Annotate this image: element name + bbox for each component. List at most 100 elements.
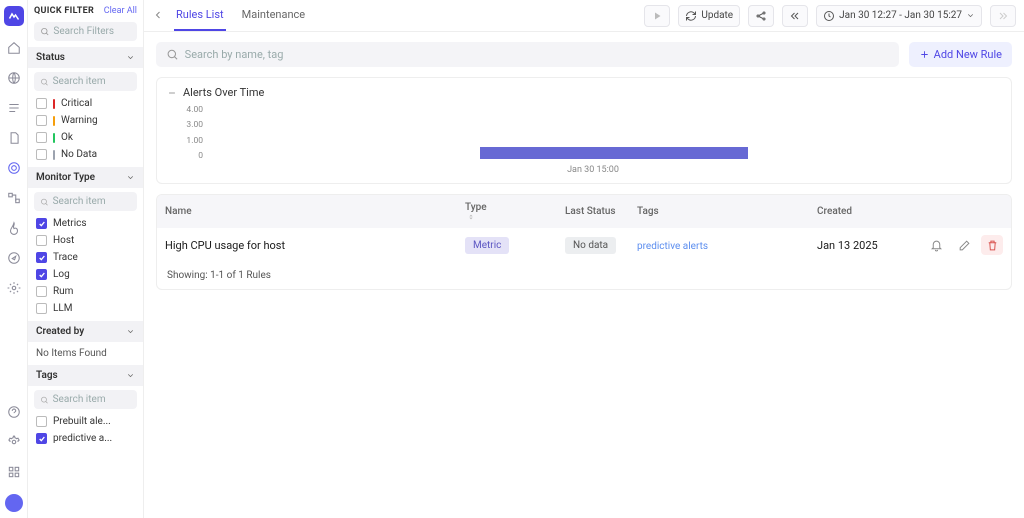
gear-icon[interactable]	[6, 280, 22, 296]
filter-item[interactable]: Trace	[34, 249, 137, 266]
checkbox[interactable]	[36, 149, 47, 160]
app-logo[interactable]	[4, 6, 24, 26]
filter-item[interactable]: Warning	[34, 112, 137, 129]
flame-icon[interactable]	[6, 220, 22, 236]
col-name[interactable]: Name	[157, 199, 457, 224]
cell-name: High CPU usage for host	[157, 232, 457, 259]
settings2-icon[interactable]	[6, 434, 22, 450]
globe-icon[interactable]	[6, 70, 22, 86]
monitor-search[interactable]	[34, 192, 137, 211]
checkbox[interactable]	[36, 252, 47, 263]
filter-item[interactable]: Rum	[34, 283, 137, 300]
checkbox[interactable]	[36, 269, 47, 280]
status-badge: No data	[565, 237, 616, 254]
filter-search-input[interactable]	[53, 26, 131, 37]
clock-icon	[823, 10, 835, 22]
nav-rail	[0, 0, 28, 518]
filter-item[interactable]: predictive a...	[34, 430, 137, 447]
quick-filter-panel: QUICK FILTER Clear All Status CriticalWa…	[28, 0, 144, 518]
col-last-status[interactable]: Last Status	[557, 199, 629, 224]
col-tags[interactable]: Tags	[629, 199, 809, 224]
list-icon[interactable]	[6, 100, 22, 116]
checkbox[interactable]	[36, 286, 47, 297]
clear-all-link[interactable]: Clear All	[104, 6, 137, 16]
col-created[interactable]: Created	[809, 199, 909, 224]
tags-search[interactable]	[34, 390, 137, 409]
table-row[interactable]: High CPU usage for host Metric No data p…	[157, 228, 1011, 262]
apps-icon[interactable]	[6, 464, 22, 480]
status-color-bar	[53, 99, 55, 109]
filter-item[interactable]: Prebuilt ale...	[34, 413, 137, 430]
created-by-empty: No Items Found	[28, 342, 143, 365]
checkbox[interactable]	[36, 218, 47, 229]
filter-item[interactable]: Critical	[34, 95, 137, 112]
chevron-down-icon	[126, 53, 135, 62]
checkbox[interactable]	[36, 132, 47, 143]
chevron-down-icon	[126, 371, 135, 380]
time-range-picker[interactable]: Jan 30 12:27 - Jan 30 15:27	[816, 5, 982, 27]
checkbox[interactable]	[36, 433, 47, 444]
avatar[interactable]	[5, 494, 23, 512]
checkbox[interactable]	[36, 115, 47, 126]
delete-icon[interactable]	[981, 235, 1003, 255]
checkbox[interactable]	[36, 98, 47, 109]
collapse-icon[interactable]	[167, 88, 177, 98]
share-button[interactable]	[748, 5, 774, 27]
status-color-bar	[53, 150, 55, 160]
alerts-chart: 4.003.001.000 Jan 30 15:00	[185, 105, 1001, 175]
chart-x-label: Jan 30 15:00	[185, 165, 1001, 175]
alerts-icon[interactable]	[6, 160, 22, 176]
main: Rules List Maintenance Update Jan 30 12:…	[144, 0, 1024, 518]
filter-item[interactable]: Log	[34, 266, 137, 283]
group-tags[interactable]: Tags	[28, 365, 143, 386]
edit-icon[interactable]	[953, 235, 975, 255]
filter-search[interactable]	[34, 22, 137, 41]
search-icon	[166, 48, 179, 61]
showing-count: Showing: 1-1 of 1 Rules	[157, 262, 1011, 289]
tab-rules-list[interactable]: Rules List	[174, 0, 226, 31]
add-new-rule-button[interactable]: Add New Rule	[909, 42, 1012, 67]
filter-item[interactable]: Ok	[34, 129, 137, 146]
update-button[interactable]: Update	[678, 5, 740, 27]
play-button[interactable]	[644, 5, 670, 27]
chevron-down-icon	[126, 327, 135, 336]
checkbox[interactable]	[36, 416, 47, 427]
time-next-button[interactable]	[990, 5, 1016, 27]
help-icon[interactable]	[6, 404, 22, 420]
status-search[interactable]	[34, 72, 137, 91]
tag-link[interactable]: predictive alerts	[637, 241, 708, 252]
filter-item[interactable]: LLM	[34, 300, 137, 317]
group-created-by[interactable]: Created by	[28, 321, 143, 342]
refresh-icon	[685, 10, 697, 22]
plus-icon	[919, 49, 930, 60]
time-prev-button[interactable]	[782, 5, 808, 27]
status-color-bar	[53, 116, 55, 126]
pipeline-icon[interactable]	[6, 190, 22, 206]
collapse-panel-icon[interactable]	[152, 9, 166, 23]
file-icon[interactable]	[6, 130, 22, 146]
rules-search-input[interactable]	[185, 48, 889, 61]
search-icon	[40, 77, 49, 87]
alerts-over-time-card: Alerts Over Time 4.003.001.000 Jan 30 15…	[156, 77, 1012, 184]
tab-maintenance[interactable]: Maintenance	[240, 0, 308, 31]
bell-icon[interactable]	[925, 235, 947, 255]
group-status[interactable]: Status	[28, 47, 143, 68]
chevron-down-icon	[126, 173, 135, 182]
search-icon	[40, 26, 49, 37]
rules-search[interactable]	[156, 42, 899, 67]
filter-item[interactable]: No Data	[34, 146, 137, 163]
checkbox[interactable]	[36, 235, 47, 246]
topbar: Rules List Maintenance Update Jan 30 12:…	[144, 0, 1024, 32]
filter-item[interactable]: Host	[34, 232, 137, 249]
checkbox[interactable]	[36, 303, 47, 314]
chart-bar	[480, 147, 749, 159]
sort-icon	[467, 213, 475, 221]
col-type[interactable]: Type	[457, 195, 557, 228]
home-icon[interactable]	[6, 40, 22, 56]
group-monitor-type[interactable]: Monitor Type	[28, 167, 143, 188]
compass-icon[interactable]	[6, 250, 22, 266]
chart-title: Alerts Over Time	[183, 86, 264, 99]
search-icon	[40, 395, 49, 405]
filter-item[interactable]: Metrics	[34, 215, 137, 232]
status-color-bar	[53, 133, 55, 143]
